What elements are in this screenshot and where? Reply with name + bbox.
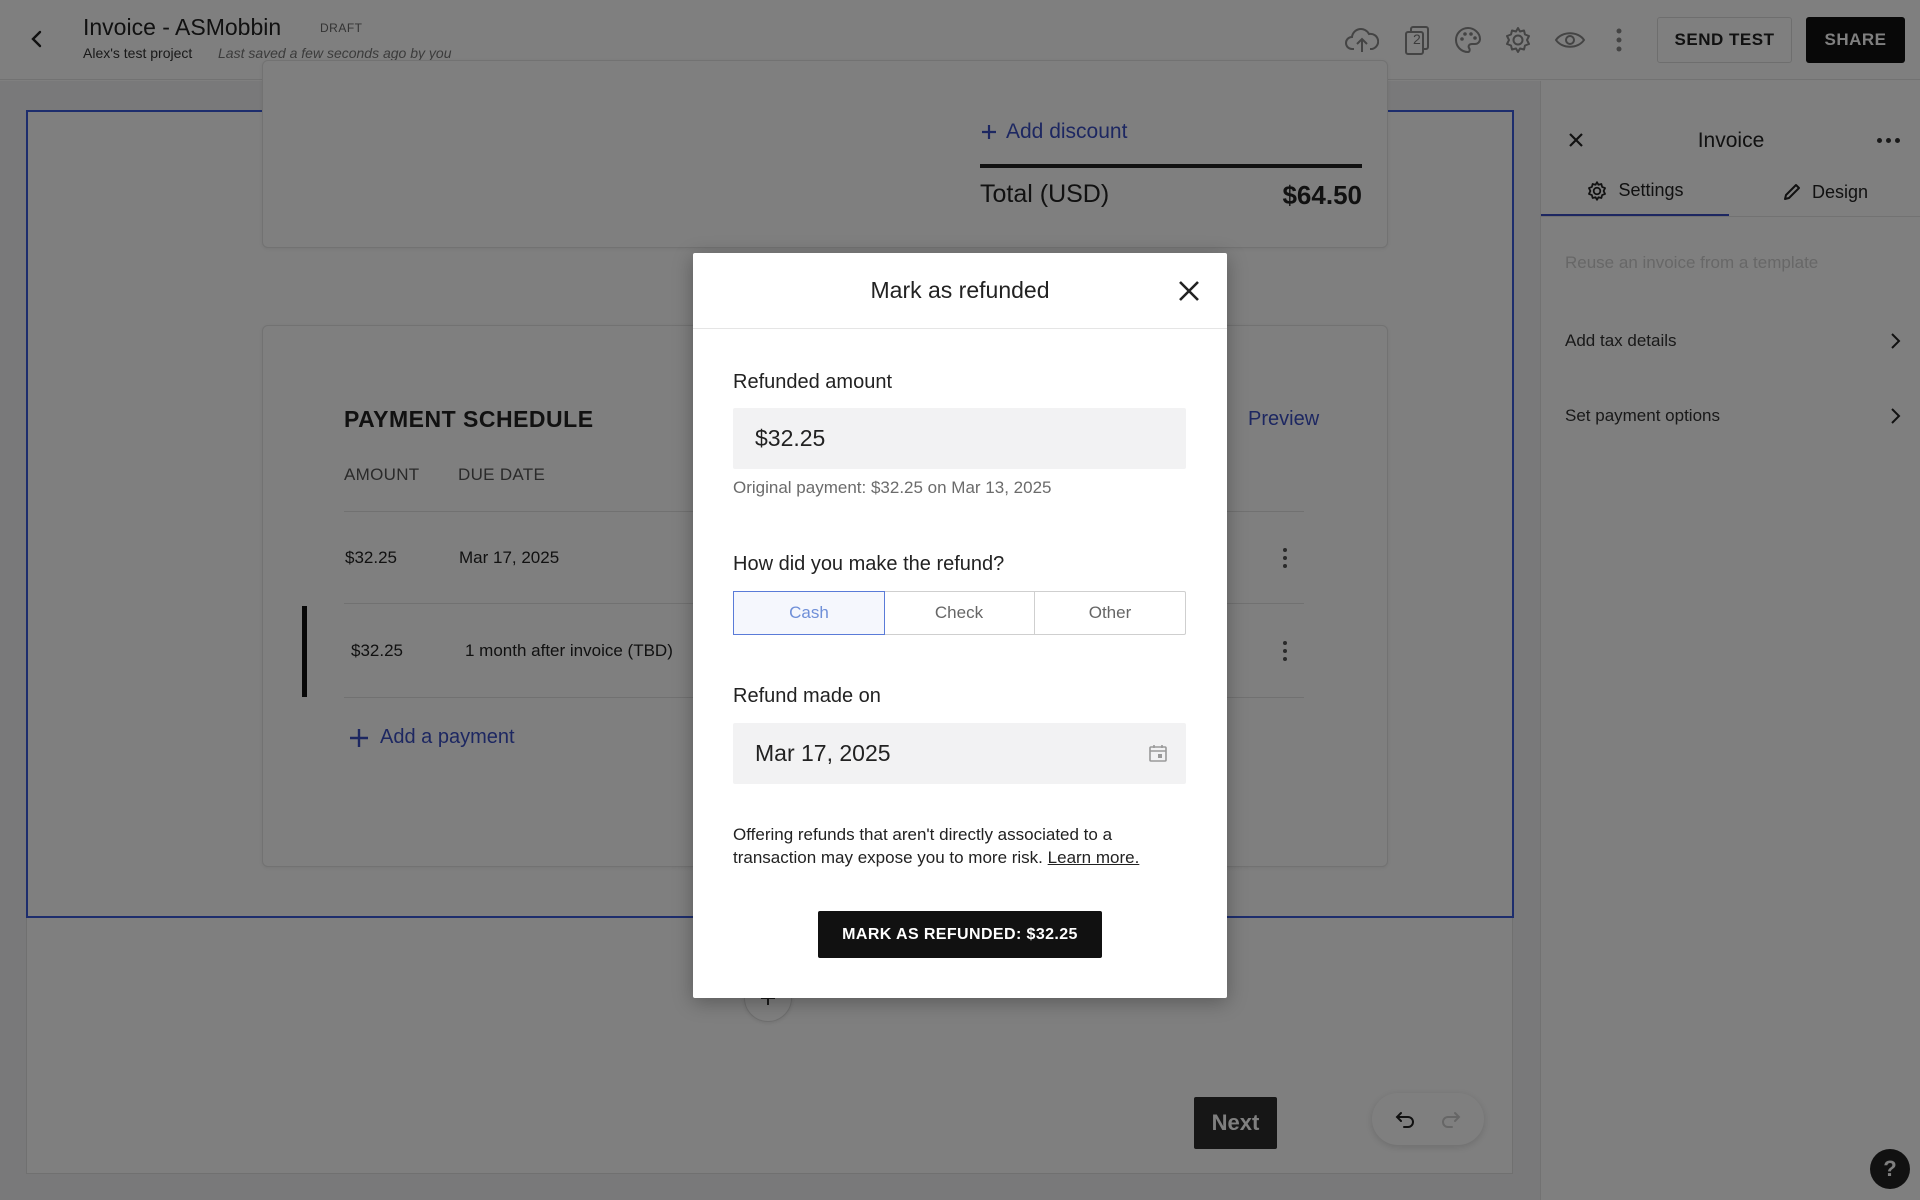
- refund-method-selector: Cash Check Other: [733, 591, 1186, 635]
- close-icon: [1179, 281, 1199, 301]
- mark-as-refunded-button[interactable]: MARK AS REFUNDED: $32.25: [818, 911, 1102, 958]
- learn-more-link[interactable]: Learn more.: [1048, 848, 1140, 867]
- method-cash-option[interactable]: Cash: [733, 591, 885, 635]
- refund-method-label: How did you make the refund?: [733, 553, 1005, 575]
- original-payment-text: Original payment: $32.25 on Mar 13, 2025: [733, 478, 1052, 497]
- dialog-close-button[interactable]: [1173, 275, 1205, 307]
- calendar-icon[interactable]: [1148, 743, 1168, 763]
- mark-as-refunded-dialog: Mark as refunded Refunded amount $32.25 …: [693, 253, 1227, 998]
- method-check-option[interactable]: Check: [884, 592, 1035, 634]
- refund-risk-note: Offering refunds that aren't directly as…: [733, 823, 1183, 869]
- method-other-option[interactable]: Other: [1035, 592, 1185, 634]
- refund-date-input[interactable]: Mar 17, 2025: [733, 723, 1186, 784]
- refunded-amount-label: Refunded amount: [733, 371, 893, 393]
- refund-date-label: Refund made on: [733, 685, 881, 707]
- dialog-title: Mark as refunded: [870, 277, 1050, 303]
- refund-date-value: Mar 17, 2025: [755, 740, 891, 766]
- refunded-amount-input[interactable]: $32.25: [733, 408, 1186, 469]
- dialog-header: Mark as refunded: [693, 253, 1227, 329]
